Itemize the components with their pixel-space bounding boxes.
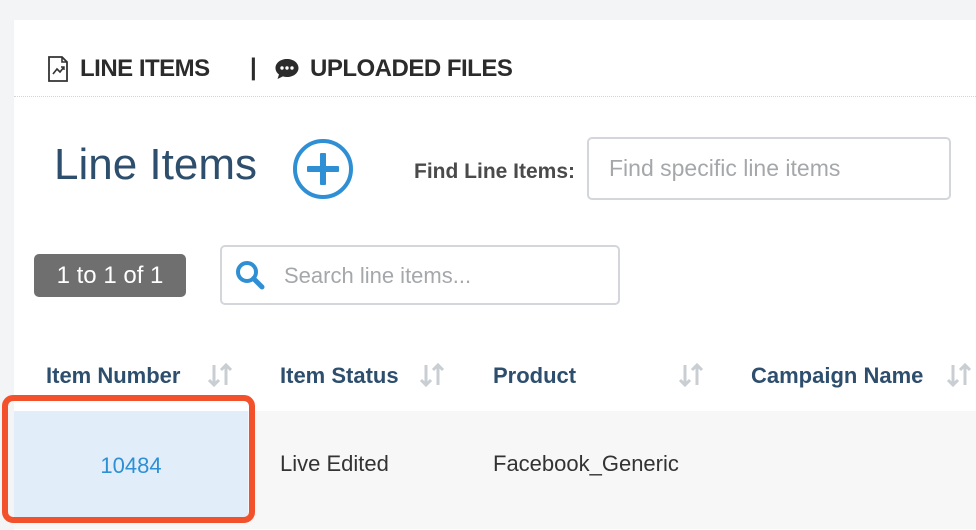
tab-separator: |: [250, 54, 257, 81]
sort-arrows-icon[interactable]: [677, 361, 705, 389]
table-row[interactable]: 10484 Live Edited Facebook_Generic: [14, 411, 976, 529]
column-header-product[interactable]: Product: [493, 363, 576, 389]
results-count-badge: 1 to 1 of 1: [34, 254, 186, 297]
search-icon: [236, 261, 265, 290]
tab-line-items[interactable]: LINE ITEMS: [46, 54, 210, 84]
tab-line-items-label: LINE ITEMS: [80, 55, 210, 82]
tab-uploaded-files[interactable]: UPLOADED FILES: [274, 54, 513, 84]
item-status-cell: Live Edited: [280, 451, 389, 476]
line-items-panel: LINE ITEMS | UPLOADED FILES Line Items F…: [14, 20, 976, 530]
item-number-cell[interactable]: 10484: [14, 411, 248, 521]
chart-document-icon: [48, 56, 68, 82]
item-number-link[interactable]: 10484: [100, 453, 161, 479]
tab-uploaded-files-label: UPLOADED FILES: [310, 55, 513, 82]
column-header-item-status[interactable]: Item Status: [280, 363, 399, 389]
sort-arrows-icon[interactable]: [945, 361, 973, 389]
tab-bar: LINE ITEMS | UPLOADED FILES: [14, 20, 976, 97]
find-line-items-input[interactable]: [587, 137, 951, 200]
add-line-item-button[interactable]: [292, 138, 354, 200]
product-cell: Facebook_Generic: [493, 451, 679, 476]
speech-bubble-icon: [275, 59, 299, 79]
search-line-items-input[interactable]: [282, 257, 606, 295]
column-header-campaign-name[interactable]: Campaign Name: [751, 363, 923, 389]
sort-arrows-icon[interactable]: [206, 361, 234, 389]
table-header: Item Number Item Status Product Campaign…: [14, 345, 976, 412]
search-field[interactable]: [220, 245, 620, 305]
find-line-items-label: Find Line Items:: [414, 160, 576, 183]
sort-arrows-icon[interactable]: [418, 361, 446, 389]
column-header-item-number[interactable]: Item Number: [46, 363, 180, 389]
page-title: Line Items: [54, 140, 257, 189]
